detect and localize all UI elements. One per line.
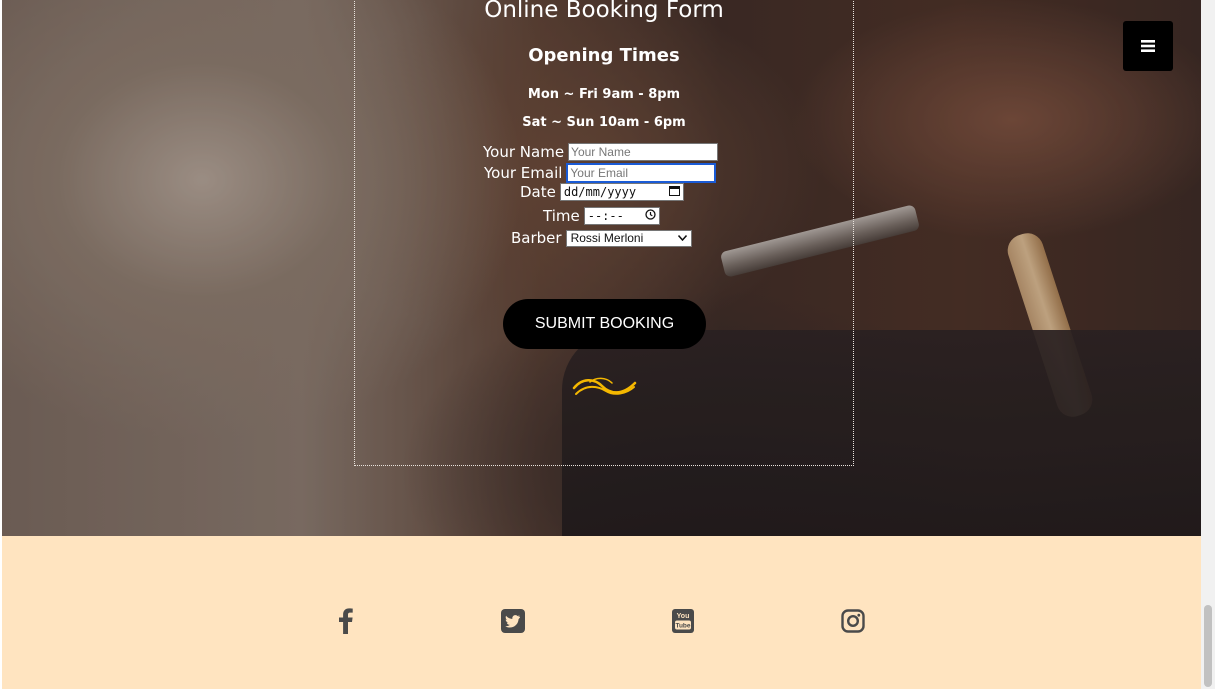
barber-select[interactable]: Rossi Merloni	[565, 229, 692, 247]
scrollbar-thumb[interactable]	[1204, 605, 1212, 687]
time-field-row: Time --:--	[543, 207, 660, 225]
svg-text:You: You	[677, 613, 690, 620]
twitter-icon	[501, 609, 525, 633]
clock-icon[interactable]	[645, 209, 656, 223]
barber-select-value: Rossi Merloni	[570, 231, 644, 245]
calendar-icon[interactable]	[668, 185, 680, 199]
opening-hours-weekday: Mon ~ Fri 9am - 8pm	[527, 87, 681, 102]
youtube-icon: You Tube	[672, 609, 694, 633]
name-input[interactable]	[568, 143, 719, 161]
chevron-down-icon	[677, 233, 687, 243]
email-input[interactable]	[566, 163, 717, 183]
email-label: Your Email	[484, 164, 563, 182]
opening-hours-weekend: Sat ~ Sun 10am - 6pm	[522, 115, 686, 130]
name-field-row: Your Name	[483, 143, 719, 161]
svg-text:Tube: Tube	[675, 623, 690, 630]
time-input[interactable]: --:--	[583, 207, 660, 225]
instagram-icon	[841, 609, 865, 633]
hero-background: Online Booking Form Opening Times Mon ~ …	[2, 0, 1201, 536]
name-label: Your Name	[483, 143, 565, 161]
youtube-link[interactable]: You Tube	[668, 606, 698, 636]
time-label: Time	[543, 207, 580, 225]
time-input-value: --:--	[587, 209, 624, 223]
facebook-icon	[339, 608, 353, 634]
flourish-ornament-icon	[572, 377, 637, 395]
facebook-link[interactable]	[331, 606, 361, 636]
opening-times-title: Opening Times	[528, 45, 680, 66]
date-label: Date	[520, 183, 556, 201]
email-field-row: Your Email	[484, 163, 717, 183]
date-input[interactable]: dd/mm/yyyy	[559, 183, 684, 201]
hamburger-menu-icon	[1141, 40, 1155, 52]
barber-field-row: Barber Rossi Merloni	[511, 229, 692, 247]
date-input-value: dd/mm/yyyy	[563, 185, 637, 199]
hamburger-menu-button[interactable]	[1123, 21, 1173, 71]
twitter-link[interactable]	[498, 606, 528, 636]
page-scrollbar[interactable]	[1201, 0, 1215, 689]
date-field-row: Date dd/mm/yyyy	[520, 183, 684, 201]
submit-booking-button[interactable]: SUBMIT BOOKING	[503, 299, 706, 349]
footer: You Tube	[2, 536, 1201, 689]
instagram-link[interactable]	[838, 606, 868, 636]
booking-form-title: Online Booking Form	[484, 0, 724, 23]
booking-form-panel: Online Booking Form Opening Times Mon ~ …	[354, 0, 854, 466]
barber-label: Barber	[511, 229, 562, 247]
